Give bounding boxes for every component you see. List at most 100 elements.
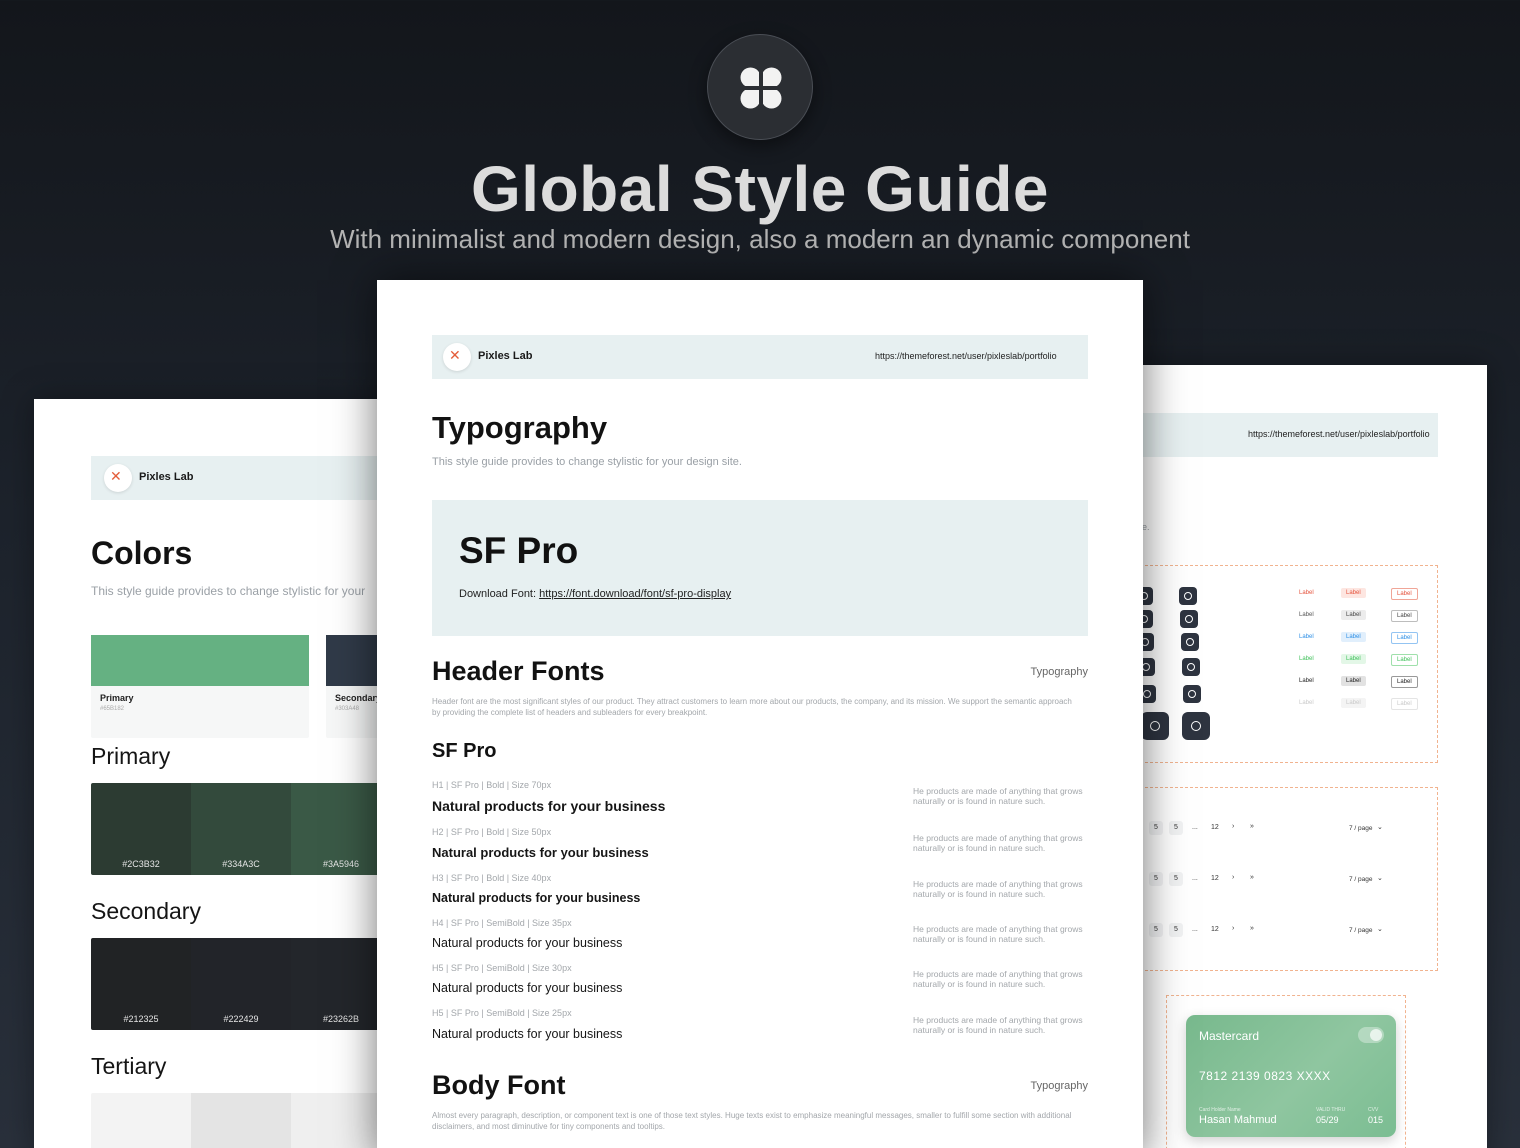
pagination-next-icon[interactable]: › bbox=[1232, 874, 1234, 881]
components-page: https://themeforest.net/user/pixleslab/p… bbox=[1120, 365, 1487, 1148]
shade-swatch[interactable]: #212325 bbox=[91, 938, 191, 1030]
circle-button-icon[interactable] bbox=[1179, 587, 1197, 605]
download-font-link[interactable]: https://font.download/font/sf-pro-displa… bbox=[539, 588, 731, 600]
font-name: SF Pro bbox=[459, 530, 579, 571]
download-label: Download Font: bbox=[459, 588, 537, 600]
label-chip[interactable]: Label bbox=[1391, 610, 1418, 622]
label-chip[interactable]: Label bbox=[1391, 654, 1418, 666]
card-holder: Hasan Mahmud bbox=[1199, 1114, 1277, 1126]
page-title: Typography bbox=[432, 410, 608, 445]
download-font-row: Download Font: https://font.download/fon… bbox=[459, 588, 731, 600]
brand-bar: ✕ Pixles Lab https://themeforest.net/use… bbox=[432, 335, 1088, 379]
section-tag: Typography bbox=[1030, 666, 1088, 678]
page-description: This style guide provides to change styl… bbox=[91, 584, 366, 598]
button-showcase: Label Label Label Label Label Label Labe… bbox=[1120, 565, 1438, 763]
label-chip[interactable]: Label bbox=[1341, 654, 1366, 664]
card-number: 7812 2139 0823 XXXX bbox=[1199, 1069, 1331, 1083]
section-description: Header font are the most significant sty… bbox=[432, 697, 1072, 717]
pagination-item[interactable]: 5 bbox=[1149, 872, 1163, 886]
pagination-next-icon[interactable]: › bbox=[1232, 823, 1234, 830]
brand-name: Pixles Lab bbox=[139, 471, 194, 483]
swatch-hex: #65B182 bbox=[100, 706, 125, 712]
shade-swatch[interactable]: #2C3B32 bbox=[91, 783, 191, 875]
type-spec: H4 | SF Pro | SemiBold | Size 35px bbox=[432, 918, 572, 928]
label-chip[interactable]: Label bbox=[1294, 654, 1319, 664]
type-sample-h2: Natural products for your business bbox=[432, 845, 649, 860]
group-title-tertiary: Tertiary bbox=[91, 1053, 167, 1079]
brand-url[interactable]: https://themeforest.net/user/pixleslab/p… bbox=[1248, 429, 1430, 439]
pagination-item[interactable]: 12 bbox=[1211, 824, 1219, 831]
brand-url[interactable]: https://themeforest.net/user/pixleslab/p… bbox=[875, 351, 1057, 361]
card-holder-label: Card Holder Name bbox=[1199, 1107, 1241, 1113]
label-chip[interactable]: Label bbox=[1294, 610, 1319, 620]
card-valid: 05/29 bbox=[1316, 1115, 1339, 1125]
type-spec: H5 | SF Pro | SemiBold | Size 25px bbox=[432, 1008, 572, 1018]
shade-swatch[interactable] bbox=[291, 1093, 391, 1148]
shade-swatch[interactable]: #23262B bbox=[291, 938, 391, 1030]
pagination-last-icon[interactable]: » bbox=[1250, 925, 1254, 932]
label-chip[interactable]: Label bbox=[1294, 698, 1319, 708]
shade-swatch[interactable]: #3A5946 bbox=[291, 783, 391, 875]
pagination-item[interactable]: 5 bbox=[1169, 923, 1183, 937]
pagination-item[interactable]: 5 bbox=[1149, 923, 1163, 937]
section-title-body-font: Body Font bbox=[432, 1070, 566, 1100]
brand-bar: ✕ Pixles Lab bbox=[91, 456, 404, 500]
shade-swatch[interactable]: #334A3C bbox=[191, 783, 291, 875]
pagination-item[interactable]: 5 bbox=[1169, 872, 1183, 886]
label-chip[interactable]: Label bbox=[1341, 588, 1366, 598]
circle-button-icon[interactable] bbox=[1180, 610, 1198, 628]
type-sample-h6: Natural products for your business bbox=[432, 1027, 623, 1041]
type-spec: H5 | SF Pro | SemiBold | Size 30px bbox=[432, 963, 572, 973]
pagination-item[interactable]: 5 bbox=[1169, 821, 1183, 835]
circle-button-icon[interactable] bbox=[1141, 712, 1169, 740]
shade-swatch[interactable]: #222429 bbox=[191, 938, 291, 1030]
pagination-item[interactable]: 12 bbox=[1211, 875, 1219, 882]
type-sample-h1: Natural products for your business bbox=[432, 798, 666, 814]
hero-title: Global Style Guide bbox=[471, 153, 1049, 225]
type-spec: H3 | SF Pro | Bold | Size 40px bbox=[432, 873, 552, 883]
shade-row-secondary: #212325 #222429 #23262B bbox=[91, 938, 391, 1030]
label-chip[interactable]: Label bbox=[1341, 610, 1366, 620]
circle-button-icon[interactable] bbox=[1183, 685, 1201, 703]
type-note: He products are made of anything that gr… bbox=[913, 786, 1083, 806]
label-chip[interactable]: Label bbox=[1391, 588, 1418, 600]
label-chip[interactable]: Label bbox=[1294, 632, 1319, 642]
hero-subtitle: With minimalist and modern design, also … bbox=[330, 224, 1190, 254]
circle-button-icon[interactable] bbox=[1181, 633, 1199, 651]
chevron-down-icon: ⌄ bbox=[1377, 824, 1383, 831]
card-chip-icon bbox=[1358, 1027, 1384, 1043]
pagination-last-icon[interactable]: » bbox=[1250, 874, 1254, 881]
shade-row-primary: #2C3B32 #334A3C #3A5946 bbox=[91, 783, 391, 875]
label-chip[interactable]: Label bbox=[1391, 632, 1418, 644]
circle-button-icon[interactable] bbox=[1182, 658, 1200, 676]
pagination-item[interactable]: 12 bbox=[1211, 926, 1219, 933]
section-description: Almost every paragraph, description, or … bbox=[432, 1111, 1072, 1131]
type-note: He products are made of anything that gr… bbox=[913, 879, 1083, 899]
page-size-select[interactable]: 7 / page bbox=[1349, 876, 1373, 883]
label-chip[interactable]: Label bbox=[1341, 632, 1366, 642]
label-chip[interactable]: Label bbox=[1294, 588, 1319, 598]
swatch-card-primary[interactable]: Primary #65B182 bbox=[91, 635, 309, 738]
brand-logo-icon: ✕ bbox=[443, 343, 471, 371]
pagination-showcase: 5 5 ... 12 › » 7 / page ⌄ 5 5 ... 12 › »… bbox=[1120, 787, 1438, 971]
pagination-ellipsis: ... bbox=[1192, 875, 1198, 882]
pagination-next-icon[interactable]: › bbox=[1232, 925, 1234, 932]
credit-card[interactable]: Mastercard 7812 2139 0823 XXXX Card Hold… bbox=[1186, 1015, 1396, 1137]
label-chip[interactable]: Label bbox=[1391, 698, 1418, 710]
pagination-item[interactable]: 5 bbox=[1149, 821, 1163, 835]
pagination-last-icon[interactable]: » bbox=[1250, 823, 1254, 830]
page-size-select[interactable]: 7 / page bbox=[1349, 927, 1373, 934]
type-note: He products are made of anything that gr… bbox=[913, 924, 1083, 944]
type-sample-h3: Natural products for your business bbox=[432, 891, 641, 905]
pagination-ellipsis: ... bbox=[1192, 824, 1198, 831]
label-chip[interactable]: Label bbox=[1341, 698, 1366, 708]
circle-button-icon[interactable] bbox=[1182, 712, 1210, 740]
label-chip[interactable]: Label bbox=[1391, 676, 1418, 688]
shade-swatch[interactable] bbox=[91, 1093, 191, 1148]
shade-swatch[interactable] bbox=[191, 1093, 291, 1148]
card-brand: Mastercard bbox=[1199, 1029, 1260, 1043]
font-family-subtitle: SF Pro bbox=[432, 740, 497, 762]
page-size-select[interactable]: 7 / page bbox=[1349, 825, 1373, 832]
label-chip[interactable]: Label bbox=[1294, 676, 1319, 686]
label-chip[interactable]: Label bbox=[1341, 676, 1366, 686]
